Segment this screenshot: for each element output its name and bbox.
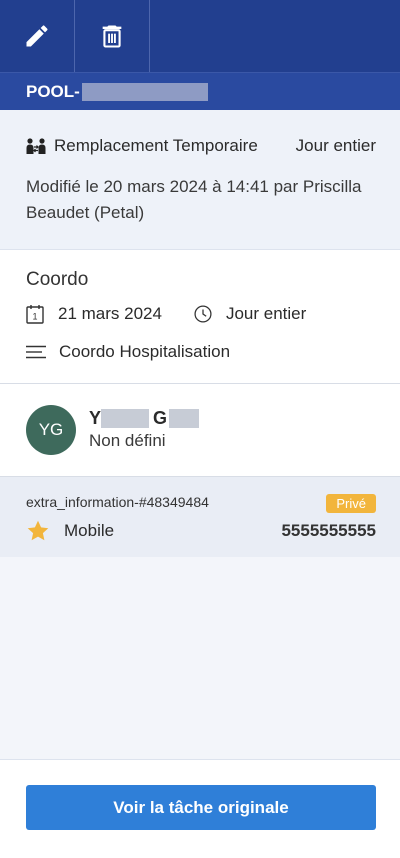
footer: Voir la tâche originale (0, 759, 400, 858)
clock-icon (194, 305, 212, 323)
people-swap-icon (26, 138, 46, 154)
person-role: Non défini (89, 431, 166, 450)
avatar: YG (26, 405, 76, 455)
edit-button[interactable] (0, 0, 75, 72)
person-name-start: Y (89, 408, 102, 428)
phone-row: Mobile 5555555555 (26, 519, 376, 543)
name-redaction (101, 409, 150, 428)
type-left: Remplacement Temporaire (26, 136, 258, 156)
lines-icon (26, 345, 46, 359)
pool-label: POOL- (26, 81, 80, 101)
empty-area (0, 557, 400, 759)
date-row: 1 21 mars 2024 Jour entier (26, 304, 306, 324)
modified-text: Modifié le 20 mars 2024 à 14:41 par Pris… (26, 177, 362, 222)
assigned-person[interactable]: YG Y G Non défini (0, 384, 400, 477)
task-time: Jour entier (225, 304, 307, 323)
task-description: Coordo Hospitalisation (59, 342, 231, 361)
trash-icon (102, 25, 122, 48)
calendar-day-badge: 1 (32, 312, 37, 322)
surname-redaction (169, 409, 200, 428)
pool-bar: POOL- (0, 72, 400, 110)
replacement-type: Remplacement Temporaire (54, 136, 258, 155)
task-details: Coordo 1 21 mars 2024 Jour entier Coordo… (0, 250, 400, 384)
pool-redaction (81, 82, 208, 101)
person-name-mid: G (153, 408, 168, 428)
star-icon (27, 520, 49, 541)
toolbar (0, 0, 400, 72)
private-badge: Privé (326, 494, 376, 513)
replacement-info: Remplacement Temporaire Jour entier Modi… (0, 110, 400, 250)
type-row: Remplacement Temporaire Jour entier (26, 136, 376, 156)
phone-number[interactable]: 5555555555 (281, 521, 376, 541)
phone-label: Mobile (64, 521, 115, 540)
replacement-duration: Jour entier (295, 136, 376, 155)
extra-information: extra_information-#48349484 Privé Mobile… (0, 477, 400, 557)
view-original-task-button[interactable]: Voir la tâche originale (26, 785, 376, 830)
person-name: Y G (89, 408, 200, 429)
description-row: Coordo Hospitalisation (26, 342, 230, 362)
extra-information-id: extra_information-#48349484 (26, 494, 209, 510)
task-title: Coordo (26, 269, 89, 290)
delete-button[interactable] (75, 0, 150, 72)
pencil-icon (26, 25, 48, 47)
task-date: 21 mars 2024 (58, 304, 162, 323)
phone-left: Mobile (26, 519, 114, 543)
calendar-icon: 1 (26, 305, 44, 324)
